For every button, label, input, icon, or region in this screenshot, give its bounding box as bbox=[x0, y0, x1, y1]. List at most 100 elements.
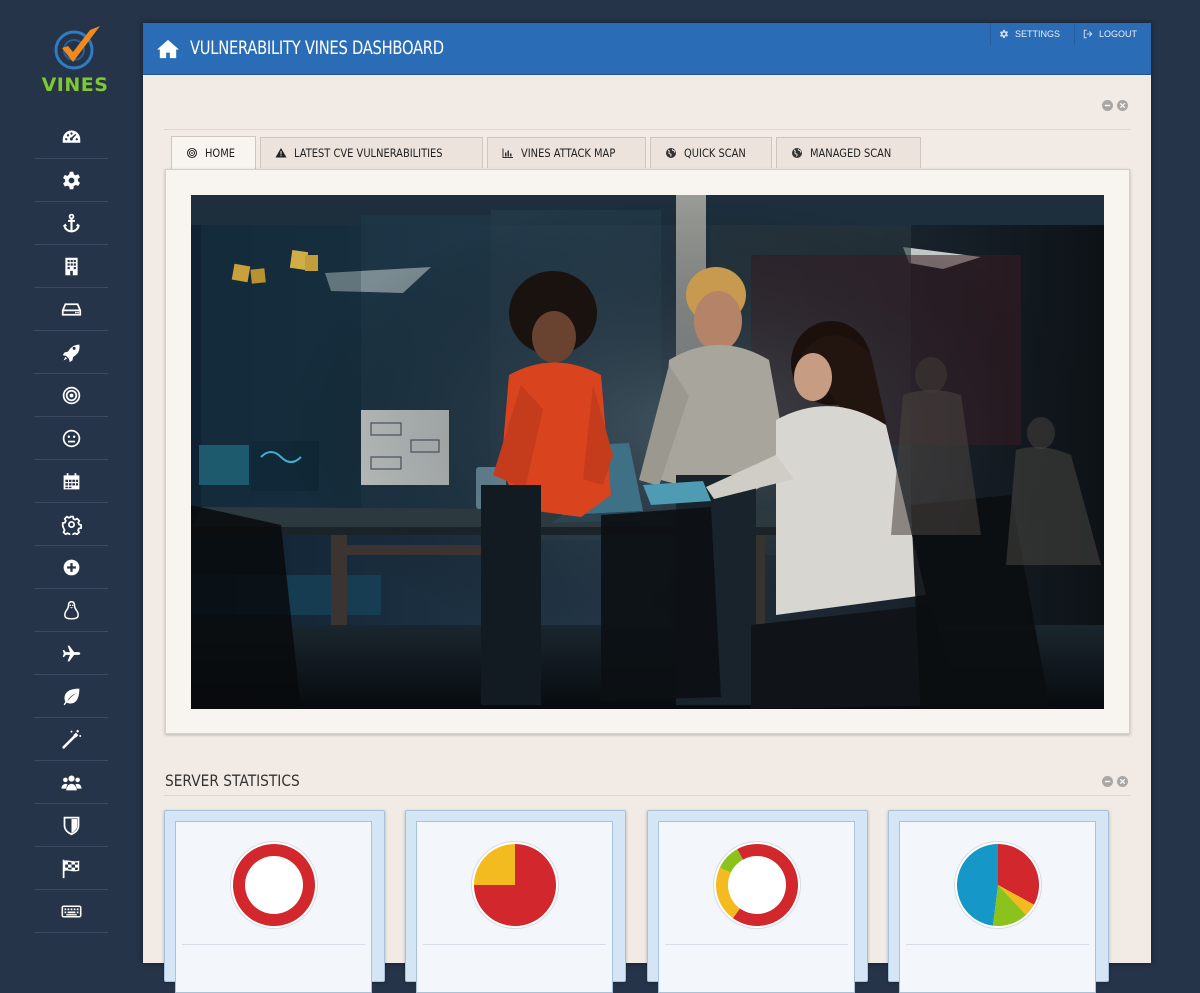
sidebar-item-users[interactable] bbox=[34, 761, 108, 804]
stat-card bbox=[647, 810, 868, 993]
sidebar-item-dashboard[interactable] bbox=[34, 116, 108, 159]
sidebar-item-add[interactable] bbox=[34, 546, 108, 589]
minimize-button[interactable] bbox=[1102, 776, 1113, 787]
gear-icon bbox=[999, 29, 1009, 39]
close-button[interactable] bbox=[1117, 776, 1128, 787]
stat-card-body bbox=[416, 821, 613, 993]
stat-divider bbox=[665, 944, 848, 945]
minus-icon bbox=[1104, 104, 1111, 107]
server-statistics bbox=[164, 810, 1130, 993]
tab-bar: HOME LATEST CVE VULNERABILITIES VINES AT… bbox=[171, 136, 921, 169]
anchor-icon bbox=[62, 213, 80, 232]
stat-chart bbox=[954, 841, 1042, 929]
page-title: VULNERABILITY VINES DASHBOARD bbox=[190, 37, 444, 59]
stat-chart bbox=[230, 841, 318, 929]
linux-icon bbox=[63, 600, 79, 620]
keyboard-icon bbox=[61, 904, 81, 918]
hero-image-office-team bbox=[191, 195, 1104, 709]
tab-label: QUICK SCAN bbox=[684, 146, 747, 160]
sidebar-item-storage[interactable] bbox=[34, 288, 108, 331]
sidebar-item-anchor[interactable] bbox=[34, 202, 108, 245]
sidebar-item-status[interactable] bbox=[34, 417, 108, 460]
chart-slice bbox=[957, 844, 998, 926]
sidebar-item-target[interactable] bbox=[34, 374, 108, 417]
tab-quick-scan[interactable]: QUICK SCAN bbox=[650, 137, 773, 168]
panel-divider bbox=[164, 129, 1130, 130]
sidebar-item-configuration[interactable] bbox=[34, 503, 108, 546]
stat-chart bbox=[713, 841, 801, 929]
bar-chart-icon bbox=[502, 148, 513, 158]
magic-wand-icon bbox=[61, 729, 81, 749]
sidebar-item-keyboard[interactable] bbox=[34, 890, 108, 933]
globe-icon bbox=[792, 148, 803, 158]
main-panel: VULNERABILITY VINES DASHBOARD SETTINGS L… bbox=[143, 23, 1151, 993]
settings-link-label: SETTINGS bbox=[1014, 29, 1060, 39]
target-icon bbox=[62, 386, 80, 404]
home-icon[interactable] bbox=[157, 39, 179, 59]
minus-icon bbox=[1104, 780, 1111, 783]
meh-face-icon bbox=[62, 429, 80, 447]
chart-slice bbox=[474, 844, 515, 885]
vines-logo[interactable]: VINES bbox=[40, 22, 110, 98]
stats-window-controls bbox=[1102, 776, 1128, 787]
settings-link[interactable]: SETTINGS bbox=[989, 23, 1074, 45]
stat-card-body bbox=[899, 821, 1096, 993]
tab-label: MANAGED SCAN bbox=[810, 146, 892, 160]
warning-icon bbox=[275, 148, 287, 158]
dashboard-icon bbox=[62, 130, 80, 143]
gear-icon bbox=[62, 171, 80, 189]
sidebar-item-launch[interactable] bbox=[34, 331, 108, 374]
chart-hole bbox=[728, 856, 786, 914]
stat-card-body bbox=[175, 821, 372, 993]
tab-label: HOME bbox=[205, 146, 236, 160]
stat-divider bbox=[423, 944, 606, 945]
stat-chart bbox=[471, 841, 559, 929]
logout-link[interactable]: LOGOUT bbox=[1073, 23, 1151, 45]
hard-drive-icon bbox=[61, 302, 81, 316]
globe-icon bbox=[666, 148, 677, 158]
building-icon bbox=[64, 257, 78, 275]
shield-icon bbox=[63, 816, 79, 835]
sidebar-item-settings[interactable] bbox=[34, 159, 108, 202]
plane-icon bbox=[62, 645, 80, 661]
close-button[interactable] bbox=[1117, 100, 1128, 111]
sidebar-item-magic[interactable] bbox=[34, 718, 108, 761]
rocket-icon bbox=[62, 344, 80, 362]
logout-icon bbox=[1083, 29, 1093, 39]
stat-divider bbox=[906, 944, 1089, 945]
sidebar-item-eco[interactable] bbox=[34, 675, 108, 718]
flag-checkered-icon bbox=[62, 859, 79, 878]
logo-text: VINES bbox=[41, 74, 109, 96]
users-icon bbox=[60, 775, 82, 790]
leaf-icon bbox=[63, 688, 79, 705]
home-tab-panel bbox=[165, 169, 1130, 734]
target-icon bbox=[186, 147, 198, 159]
calendar-icon bbox=[63, 472, 79, 489]
plus-circle-icon bbox=[63, 559, 79, 575]
stat-card bbox=[405, 810, 626, 993]
header-links: SETTINGS LOGOUT bbox=[989, 23, 1151, 45]
stat-card-body bbox=[658, 821, 855, 993]
sidebar-item-calendar[interactable] bbox=[34, 460, 108, 503]
minimize-button[interactable] bbox=[1102, 100, 1113, 111]
sidebar-item-flights[interactable] bbox=[34, 632, 108, 675]
sidebar-item-flag[interactable] bbox=[34, 847, 108, 890]
tab-vines-attack-map[interactable]: VINES ATTACK MAP bbox=[486, 137, 647, 168]
sidebar-item-security[interactable] bbox=[34, 804, 108, 847]
stat-card bbox=[164, 810, 385, 993]
close-icon bbox=[1119, 778, 1126, 785]
app-header: VULNERABILITY VINES DASHBOARD SETTINGS L… bbox=[143, 23, 1151, 75]
section-title-server-statistics: SERVER STATISTICS bbox=[165, 771, 300, 790]
chart-hole bbox=[245, 856, 303, 914]
tab-managed-scan[interactable]: MANAGED SCAN bbox=[776, 137, 921, 168]
stat-divider bbox=[182, 944, 365, 945]
sidebar-item-linux[interactable] bbox=[34, 589, 108, 632]
cog-outline-icon bbox=[61, 515, 82, 535]
tab-latest-cve-vulnerabilities[interactable]: LATEST CVE VULNERABILITIES bbox=[259, 137, 483, 168]
logo-check-icon bbox=[54, 26, 100, 70]
logout-link-label: LOGOUT bbox=[1098, 29, 1137, 39]
stats-divider bbox=[164, 795, 1130, 796]
tab-home[interactable]: HOME bbox=[171, 136, 256, 169]
panel-window-controls bbox=[1102, 100, 1128, 111]
sidebar-item-building[interactable] bbox=[34, 245, 108, 288]
